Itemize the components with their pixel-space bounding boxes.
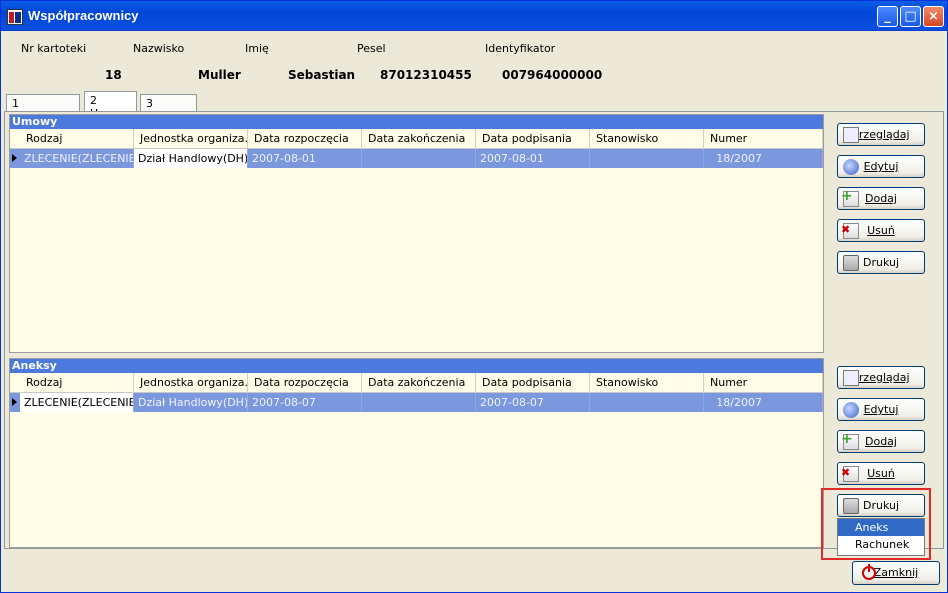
table-cell-stanowisko[interactable] [590, 149, 704, 168]
field-label-imie: Imię [245, 42, 269, 55]
field-label-nr-kartoteki: Nr kartoteki [21, 42, 87, 55]
app-icon [7, 9, 23, 25]
column-jednostka[interactable]: Jednostka organiza... [134, 373, 248, 393]
table-cell-stanowisko[interactable] [590, 393, 704, 412]
table-cell-data-zakonczenia[interactable] [362, 393, 476, 412]
field-value-identyfikator: 007964000000 [502, 68, 603, 82]
table-row[interactable]: ZLECENIE(ZLECENIE ) Dział Handlowy(DH) 2… [10, 149, 823, 168]
table-row[interactable]: ZLECENIE(ZLECENIE ) Dział Handlowy(DH) 2… [10, 393, 823, 412]
print-icon [843, 255, 859, 271]
column-rodzaj[interactable]: Rodzaj [20, 373, 134, 393]
edit-annex-button[interactable]: Edytuj [837, 398, 925, 421]
print-menu-item-aneks[interactable]: Aneks [838, 519, 924, 536]
preview-icon [843, 127, 859, 143]
field-label-pesel: Pesel [357, 42, 386, 55]
edit-contract-button[interactable]: Edytuj [837, 155, 925, 178]
umowy-header: Umowy [10, 115, 823, 129]
column-stanowisko[interactable]: Stanowisko [590, 129, 704, 149]
table-cell-numer[interactable]: 18/2007 [704, 149, 823, 168]
add-annex-button[interactable]: Dodaj [837, 429, 925, 453]
column-data-podpisania[interactable]: Data podpisania [476, 373, 590, 393]
tab-pracownicy[interactable]: 1 Pracownicy [6, 94, 81, 123]
field-value-pesel: 87012310455 [380, 68, 472, 82]
maximize-button[interactable]: □ [900, 6, 921, 27]
print-menu-item-rachunek[interactable]: Rachunek [838, 536, 924, 553]
table-cell-jednostka[interactable]: Dział Handlowy(DH) [134, 149, 248, 168]
table-cell-data-rozpoczecia[interactable]: 2007-08-01 [248, 149, 362, 168]
table-cell-data-rozpoczecia[interactable]: 2007-08-07 [248, 393, 362, 412]
minimize-button[interactable]: _ [877, 6, 898, 27]
column-data-podpisania[interactable]: Data podpisania [476, 129, 590, 149]
field-value-nazwisko: Muller [198, 68, 241, 82]
table-cell-numer[interactable]: 18/2007 [704, 393, 823, 412]
browse-contract-button[interactable]: Przeglądaj [837, 123, 925, 146]
browse-annex-button[interactable]: Przeglądaj [837, 366, 925, 389]
delete-annex-button[interactable]: Usuń [837, 462, 925, 485]
table-cell-data-podpisania[interactable]: 2007-08-01 [476, 149, 590, 168]
preview-icon [843, 370, 859, 386]
delete-icon [841, 219, 859, 240]
delete-contract-button[interactable]: Usuń [837, 219, 925, 242]
field-label-identyfikator: Identyfikator [485, 42, 556, 55]
column-stanowisko[interactable]: Stanowisko [590, 373, 704, 393]
table-cell-data-podpisania[interactable]: 2007-08-07 [476, 393, 590, 412]
aneksy-grid-header: Rodzaj Jednostka organiza... Data rozpoc… [10, 373, 823, 393]
column-numer[interactable]: Numer [704, 373, 823, 393]
tab-umowy[interactable]: 2 Umowy [84, 91, 137, 120]
print-menu: Aneks Rachunek [837, 518, 925, 556]
tab-wydruki[interactable]: 3 Wydruki [140, 94, 198, 123]
edit-icon [843, 402, 859, 418]
power-icon [862, 564, 876, 580]
window: Współpracownicy _ □ × Nr kartoteki Nazwi… [0, 0, 948, 593]
print-contract-button[interactable]: Drukuj [837, 251, 925, 274]
field-value-nr-kartoteki: 18 [105, 68, 122, 82]
table-cell-rodzaj[interactable]: ZLECENIE(ZLECENIE ) [20, 393, 134, 412]
close-button[interactable]: Zamknij [852, 561, 940, 585]
column-data-zakonczenia[interactable]: Data zakończenia [362, 129, 476, 149]
table-cell-jednostka[interactable]: Dział Handlowy(DH) [134, 393, 248, 412]
column-rodzaj[interactable]: Rodzaj [20, 129, 134, 149]
table-cell-rodzaj[interactable]: ZLECENIE(ZLECENIE ) [20, 149, 134, 168]
table-cell-data-zakonczenia[interactable] [362, 149, 476, 168]
tab-panel: Umowy Rodzaj Jednostka organiza... Data … [4, 111, 944, 549]
row-indicator-icon [12, 154, 17, 162]
column-data-rozpoczecia[interactable]: Data rozpoczęcia [248, 373, 362, 393]
titlebar: Współpracownicy _ □ × [1, 1, 947, 31]
umowy-section: Umowy Rodzaj Jednostka organiza... Data … [9, 114, 824, 353]
add-icon [841, 186, 859, 207]
add-icon [841, 429, 859, 450]
aneksy-section: Aneksy Rodzaj Jednostka organiza... Data… [9, 358, 824, 548]
close-window-button[interactable]: × [923, 6, 944, 27]
aneksy-header: Aneksy [10, 359, 823, 373]
column-data-zakonczenia[interactable]: Data zakończenia [362, 373, 476, 393]
window-title: Współpracownicy [28, 8, 139, 23]
add-contract-button[interactable]: Dodaj [837, 186, 925, 210]
column-jednostka[interactable]: Jednostka organiza... [134, 129, 248, 149]
delete-icon [841, 462, 859, 483]
field-value-imie: Sebastian [288, 68, 356, 82]
umowy-grid-header: Rodzaj Jednostka organiza... Data rozpoc… [10, 129, 823, 149]
edit-icon [843, 159, 859, 175]
row-indicator-icon [12, 398, 17, 406]
field-label-nazwisko: Nazwisko [133, 42, 185, 55]
column-numer[interactable]: Numer [704, 129, 823, 149]
column-data-rozpoczecia[interactable]: Data rozpoczęcia [248, 129, 362, 149]
